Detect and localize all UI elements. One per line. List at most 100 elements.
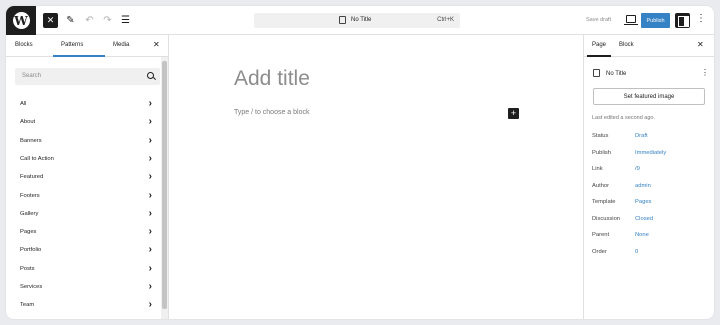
chevron-right-icon: › [148,244,152,256]
property-value-link[interactable]: Draft [635,133,648,139]
options-menu-icon[interactable]: ⋮ [696,14,706,24]
add-block-icon[interactable]: + [508,108,519,119]
publish-button[interactable]: Publish [641,13,670,28]
property-label: Order [592,248,607,255]
settings-tabs: Page Block ✕ [584,35,714,57]
undo-icon: ↶ [85,15,94,26]
pattern-category-item[interactable]: Footers › [20,190,152,204]
category-label: Call to Action [20,155,54,162]
category-label: Pages [20,229,37,236]
page-title: No Title [606,71,627,77]
chevron-right-icon: › [148,207,152,219]
save-draft-button[interactable]: Save draft [586,17,611,23]
keyboard-shortcut: Ctrl+K [437,17,454,23]
close-inserter-button[interactable]: ✕ [43,13,58,28]
property-value-link[interactable]: admin [635,183,651,189]
chevron-right-icon: › [148,226,152,238]
editor-window: W ✕ ✎ ↶ ↷ ☰ No Title Ctrl+K Save draft P… [6,6,714,319]
inserter-tabs: Blocks Patterns Media ✕ [6,35,168,57]
property-value-link[interactable]: /9 [635,166,640,172]
category-label: Banners [20,137,42,144]
pattern-category-item[interactable]: Gallery › [20,208,152,222]
pattern-category-item[interactable]: All › [20,98,152,112]
property-value-link[interactable]: 0 [635,249,638,255]
property-value-link[interactable]: Closed [635,216,653,222]
scrollbar[interactable] [161,57,168,319]
pattern-category-item[interactable]: Services › [20,281,152,295]
last-edited-text: Last edited a second ago. [592,115,655,121]
pattern-category-item[interactable]: Posts › [20,263,152,277]
category-label: Footers [20,192,40,199]
tab-page[interactable]: Page [592,42,606,48]
close-sidebar-icon[interactable]: ✕ [697,40,704,49]
page-options-icon[interactable]: ⋮ [701,69,709,77]
settings-toggle-icon[interactable] [675,13,690,28]
scrollbar-thumb[interactable] [162,61,167,309]
undo-button[interactable]: ↶ [82,13,97,28]
category-label: All [20,101,27,107]
property-label: Author [592,182,610,189]
tab-block[interactable]: Block [619,42,634,48]
chevron-right-icon: › [148,262,152,274]
category-label: About [20,119,36,126]
chevron-right-icon: › [148,98,152,109]
chevron-right-icon: › [148,134,152,146]
pattern-category-item[interactable]: Featured › [20,171,152,185]
close-icon: ✕ [46,15,55,25]
category-label: Services [20,284,43,290]
page-icon [593,69,600,77]
pattern-category-item[interactable]: About › [20,116,152,130]
chevron-right-icon: › [148,281,152,292]
property-value-link[interactable]: None [635,232,649,238]
chevron-right-icon: › [148,152,152,164]
settings-sidebar: Page Block ✕ No Title ⋮ Set featured ima… [583,35,714,319]
category-label: Portfolio [20,247,42,254]
redo-button[interactable]: ↷ [100,13,115,28]
chevron-right-icon: › [148,189,152,201]
property-label: Discussion [592,215,621,222]
pattern-category-item[interactable]: Team › [20,299,152,313]
tab-patterns[interactable]: Patterns [61,42,83,48]
wordpress-icon: W [12,12,30,29]
category-label: Posts [20,265,35,272]
pattern-category-item[interactable]: Portfolio › [20,244,152,258]
list-view-icon: ☰ [121,15,130,26]
property-value-link[interactable]: Pages [635,199,651,205]
wordpress-logo-button[interactable]: W [6,6,36,35]
tab-media[interactable]: Media [113,42,129,48]
top-toolbar: W ✕ ✎ ↶ ↷ ☰ No Title Ctrl+K Save draft P… [6,6,714,35]
property-label: Link [592,166,603,172]
pattern-category-item[interactable]: Call to Action › [20,153,152,167]
set-featured-image-button[interactable]: Set featured image [593,88,705,105]
editor-canvas[interactable]: Add title Type / to choose a block + [169,35,583,319]
pencil-icon: ✎ [66,15,75,26]
pattern-category-item[interactable]: Banners › [20,135,152,149]
document-title: No Title [351,17,372,23]
property-label: Parent [592,232,610,238]
preview-icon[interactable] [624,15,638,25]
tools-button[interactable]: ✎ [63,13,78,28]
document-overview-button[interactable]: ☰ [118,13,133,28]
property-value-link[interactable]: Immediately [635,150,666,156]
close-panel-icon[interactable]: ✕ [153,40,160,49]
tab-blocks[interactable]: Blocks [15,42,33,48]
active-tab-indicator [53,55,105,57]
category-label: Team [20,302,35,309]
property-label: Template [592,199,616,205]
redo-icon: ↷ [103,15,112,26]
property-label: Status [592,133,609,139]
inserter-panel: Blocks Patterns Media ✕ Search All › About… [6,35,169,319]
category-label: Gallery [20,210,39,217]
chevron-right-icon: › [148,116,152,128]
active-tab-indicator [587,55,611,57]
pattern-search-input[interactable]: Search [15,68,160,85]
category-label: Featured [20,174,44,181]
block-appender-prompt[interactable]: Type / to choose a block [234,109,310,116]
search-icon [147,72,154,79]
pattern-category-item[interactable]: Pages › [20,226,152,240]
search-placeholder: Search [22,73,42,79]
command-palette-bar[interactable]: No Title Ctrl+K [254,13,460,28]
chevron-right-icon: › [148,171,152,183]
property-label: Publish [592,149,612,156]
title-placeholder[interactable]: Add title [234,67,310,91]
